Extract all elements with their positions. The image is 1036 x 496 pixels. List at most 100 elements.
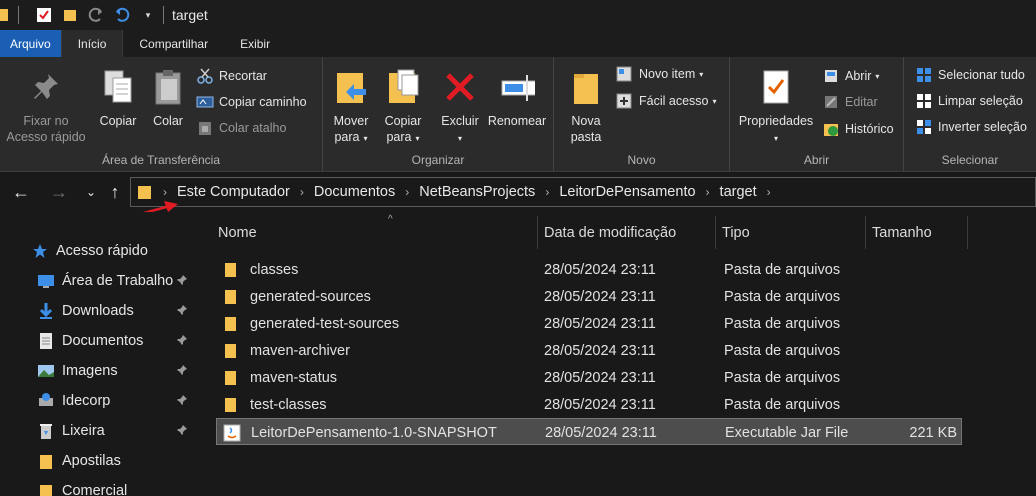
properties-icon[interactable]: [35, 6, 53, 24]
tab-compartilhar[interactable]: Compartilhar: [123, 30, 224, 57]
forward-icon[interactable]: →: [48, 181, 70, 203]
file-row[interactable]: generated-test-sources 28/05/2024 23:11 Pa…: [216, 310, 962, 337]
file-row[interactable]: LeitorDePensamento-1.0-SNAPSHOT 28/05/202…: [216, 418, 962, 445]
chevron-right-icon[interactable]: ›: [405, 185, 409, 199]
edit-label: Editar: [845, 95, 878, 109]
chevron-right-icon[interactable]: ›: [163, 185, 167, 199]
copy-to-icon: [385, 67, 421, 107]
nav-item-imagens[interactable]: Imagens: [30, 356, 194, 386]
nav-item-label: Idecorp: [62, 393, 111, 409]
delete-button[interactable]: Excluir ▾: [435, 67, 485, 147]
breadcrumb-documentos[interactable]: Documentos: [314, 184, 395, 200]
file-row[interactable]: maven-status 28/05/2024 23:11 Pasta de arq…: [216, 364, 962, 391]
history-button[interactable]: Histórico: [822, 118, 894, 140]
nav-item-acesso-r-pido[interactable]: Acesso rápido: [24, 236, 188, 266]
paste-shortcut-button[interactable]: Colar atalho: [196, 117, 286, 139]
column-header-type[interactable]: Tipo: [716, 216, 866, 249]
nav-item-documentos[interactable]: Documentos: [30, 326, 194, 356]
file-date: 28/05/2024 23:11: [544, 396, 656, 413]
copy-button[interactable]: Copiar: [96, 67, 140, 129]
breadcrumb-netbeansprojects[interactable]: NetBeansProjects: [419, 184, 535, 200]
file-row[interactable]: test-classes 28/05/2024 23:11 Pasta de arq…: [216, 391, 962, 418]
copy-path-button[interactable]: Copiar caminho: [196, 91, 307, 113]
delete-icon: [442, 67, 478, 107]
new-folder-button[interactable]: Nova pasta: [562, 67, 610, 145]
pin-label: Fixar no Acesso rápido: [6, 114, 86, 144]
open-button[interactable]: Abrir ▾: [822, 65, 879, 87]
nav-item-downloads[interactable]: Downloads: [30, 296, 194, 326]
folder-icon: [0, 6, 10, 24]
window-title: target: [172, 7, 208, 23]
undo-icon[interactable]: [113, 6, 131, 24]
select-all-label: Selecionar tudo: [938, 68, 1025, 82]
file-type: Pasta de arquivos: [724, 369, 841, 386]
file-name-cell: generated-test-sources: [222, 310, 399, 337]
ribbon-tabs: Arquivo Início Compartilhar Exibir: [0, 30, 1036, 57]
up-icon[interactable]: ↑: [104, 181, 126, 203]
properties-button[interactable]: Propriedades ▾: [734, 67, 818, 147]
redo-icon[interactable]: [87, 6, 105, 24]
folder-icon: [222, 369, 240, 387]
easy-access-button[interactable]: Fácil acesso ▾: [616, 90, 717, 112]
copy-to-button[interactable]: Copiar para ▾: [379, 67, 427, 147]
new-folder-label: Nova pasta: [570, 114, 602, 144]
breadcrumb-target[interactable]: target: [720, 184, 757, 200]
pin-quick-access-button[interactable]: Fixar no Acesso rápido: [4, 67, 88, 145]
new-folder-icon: [568, 67, 604, 107]
nav-item-label: Área de Trabalho: [62, 273, 174, 289]
file-row[interactable]: classes 28/05/2024 23:11 Pasta de arquivos: [216, 256, 962, 283]
star-icon: [30, 241, 50, 261]
folder-icon: [222, 396, 240, 414]
file-row[interactable]: generated-sources 28/05/2024 23:11 Pasta d…: [216, 283, 962, 310]
folder-icon: [36, 481, 56, 496]
rename-button[interactable]: Renomear: [485, 67, 549, 129]
folder-icon: [222, 342, 240, 360]
nav-item--rea-de-trabalho[interactable]: Área de Trabalho: [30, 266, 194, 296]
paste-button[interactable]: Colar: [147, 67, 189, 129]
file-name: generated-sources: [250, 288, 371, 305]
open-group-label: Abrir: [803, 153, 830, 167]
invert-selection-button[interactable]: Inverter seleção: [915, 116, 1027, 138]
breadcrumb-leitordepensamento[interactable]: LeitorDePensamento: [559, 184, 695, 200]
back-icon[interactable]: ←: [10, 181, 32, 203]
edit-button[interactable]: Editar: [822, 91, 878, 113]
select-none-icon: [915, 92, 933, 110]
nav-item-idecorp[interactable]: Idecorp: [30, 386, 194, 416]
column-header-name[interactable]: ^ Nome: [212, 214, 538, 249]
copy-label: Copiar: [99, 114, 137, 128]
nav-item-apostilas[interactable]: Apostilas: [30, 446, 194, 476]
chevron-right-icon[interactable]: ›: [706, 185, 710, 199]
sort-ascending-icon: ^: [388, 214, 393, 225]
nav-item-label: Imagens: [62, 363, 118, 379]
tab-exibir[interactable]: Exibir: [224, 30, 286, 57]
chevron-right-icon[interactable]: ›: [767, 185, 771, 199]
delete-text: Excluir: [441, 114, 479, 128]
file-row[interactable]: maven-archiver 28/05/2024 23:11 Pasta de a…: [216, 337, 962, 364]
pin-icon: [176, 394, 188, 410]
organize-group-label: Organizar: [411, 153, 465, 167]
nav-item-comercial[interactable]: Comercial: [30, 476, 194, 496]
clipboard-group: Fixar no Acesso rápido Copiar Colar Reco…: [0, 57, 323, 172]
tab-inicio[interactable]: Início: [60, 30, 124, 57]
cut-button[interactable]: Recortar: [196, 65, 267, 87]
new-folder-icon[interactable]: [61, 6, 79, 24]
column-header-size[interactable]: Tamanho: [866, 216, 968, 249]
recent-locations-icon[interactable]: ⌄: [80, 181, 102, 203]
new-group-label: Novo: [627, 153, 656, 167]
address-bar[interactable]: › Este Computador › Documentos › NetBean…: [130, 177, 1036, 207]
invert-selection-icon: [915, 118, 933, 136]
select-all-button[interactable]: Selecionar tudo: [915, 64, 1025, 86]
file-date: 28/05/2024 23:11: [544, 288, 656, 305]
breadcrumb-este-computador[interactable]: Este Computador: [177, 184, 290, 200]
nav-item-lixeira[interactable]: Lixeira: [30, 416, 194, 446]
column-header-date[interactable]: Data de modificação: [538, 216, 716, 249]
tab-arquivo[interactable]: Arquivo: [0, 30, 61, 57]
move-to-button[interactable]: Mover para ▾: [327, 67, 375, 147]
chevron-right-icon[interactable]: ›: [545, 185, 549, 199]
scissors-icon: [196, 67, 214, 85]
new-item-button[interactable]: Novo item ▾: [616, 63, 703, 85]
select-none-button[interactable]: Limpar seleção: [915, 90, 1023, 112]
chevron-right-icon[interactable]: ›: [300, 185, 304, 199]
customize-toolbar-icon[interactable]: ▾: [139, 6, 157, 24]
file-name: maven-status: [250, 369, 338, 386]
